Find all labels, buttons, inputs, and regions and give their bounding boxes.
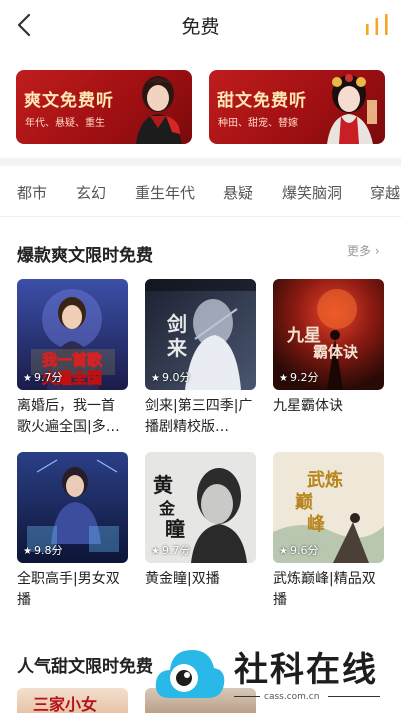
book-card[interactable]: 我一首歌 火遍全国 ★ 9.7分 离婚后，我一首歌火遍全国|多… (17, 279, 128, 438)
star-icon: ★ (23, 373, 32, 384)
svg-text:来: 来 (166, 336, 188, 360)
book-card[interactable]: 剑 来 ★ 9.0分 剑来|第三四季|广播剧精校版… (145, 279, 256, 438)
book-title: 剑来|第三四季|广播剧精校版… (145, 398, 253, 435)
rating-badge: ★ 9.7分 (151, 544, 191, 557)
svg-text:剑: 剑 (166, 312, 187, 336)
star-icon: ★ (279, 546, 288, 557)
book-cover: 剑 来 ★ 9.0分 (145, 279, 256, 390)
rating-badge: ★ 9.2分 (279, 371, 319, 384)
book-cover[interactable]: 三家小女 (17, 688, 128, 713)
tab-dushi[interactable]: 都市 (17, 182, 47, 203)
banner-subtitle: 年代、悬疑、重生 (25, 118, 105, 129)
top-bar: 免费 (0, 0, 401, 52)
svg-text:武炼: 武炼 (307, 469, 343, 491)
book-cover: 武炼 巅 峰 ★ 9.6分 (273, 452, 384, 563)
svg-text:瞳: 瞳 (165, 517, 185, 541)
watermark-text: 社科在线 (234, 650, 378, 690)
page-title: 免费 (181, 16, 220, 38)
star-icon: ★ (279, 373, 288, 384)
rating-badge: ★ 9.8分 (23, 544, 63, 557)
divider (234, 696, 260, 697)
more-link[interactable]: 更多 › (347, 242, 380, 259)
rating-badge: ★ 9.6分 (279, 544, 319, 557)
divider (328, 696, 380, 697)
more-label: 更多 (347, 244, 372, 258)
rating-badge: ★ 9.7分 (23, 371, 63, 384)
book-title: 武炼巅峰|精品双播 (273, 571, 376, 608)
tab-baoxiao-naodong[interactable]: 爆笑脑洞 (282, 182, 342, 203)
banner-shuangwen[interactable]: 爽文免费听 年代、悬疑、重生 (16, 70, 192, 144)
book-cover: 黄 金 瞳 ★ 9.7分 (145, 452, 256, 563)
book-title: 全职高手|男女双播 (17, 571, 120, 608)
banner-tianwen[interactable]: 甜文免费听 种田、甜宠、替嫁 (209, 70, 385, 144)
section-title: 人气甜文限时免费 (17, 657, 153, 677)
star-icon: ★ (151, 373, 160, 384)
watermark-url: cass.com.cn (264, 692, 320, 702)
book-cover: ★ 9.8分 (17, 452, 128, 563)
category-tabs: 都市 玄幻 重生年代 悬疑 爆笑脑洞 穿越 (0, 166, 401, 216)
svg-text:峰: 峰 (307, 513, 326, 535)
book-card[interactable]: 黄 金 瞳 ★ 9.7分 黄金瞳|双播 (145, 452, 256, 611)
chevron-right-icon: › (374, 244, 380, 258)
book-cover: 我一首歌 火遍全国 ★ 9.7分 (17, 279, 128, 390)
star-icon: ★ (23, 546, 32, 557)
tab-chuanyue[interactable]: 穿越 (370, 182, 400, 203)
book-title: 九星霸体诀 (273, 398, 343, 414)
svg-text:三家小女: 三家小女 (33, 695, 97, 713)
book-card[interactable]: 九星 霸体诀 ★ 9.2分 九星霸体诀 (273, 279, 384, 438)
book-card[interactable]: ★ 9.8分 全职高手|男女双播 (17, 452, 128, 611)
category-banners: 爽文免费听 年代、悬疑、重生 甜文免费听 种田、甜宠、替嫁 (16, 70, 386, 144)
cloud-logo-icon (155, 650, 225, 698)
banner-title: 甜文免费听 (217, 91, 307, 111)
tab-chongsheng-niandai[interactable]: 重生年代 (135, 182, 195, 203)
book-title: 黄金瞳|双播 (145, 571, 220, 587)
tab-xuanyi[interactable]: 悬疑 (223, 182, 253, 203)
svg-text:金: 金 (158, 499, 176, 518)
svg-text:霸体诀: 霸体诀 (313, 343, 359, 361)
book-cover: 九星 霸体诀 ★ 9.2分 (273, 279, 384, 390)
svg-text:我一首歌: 我一首歌 (42, 351, 103, 369)
book-title: 离婚后，我一首歌火遍全国|多… (17, 398, 120, 435)
book-card[interactable]: 武炼 巅 峰 ★ 9.6分 武炼巅峰|精品双播 (273, 452, 384, 611)
svg-text:巅: 巅 (295, 491, 313, 513)
rating-badge: ★ 9.0分 (151, 371, 191, 384)
bar-chart-icon[interactable] (364, 14, 390, 36)
tabs-divider (0, 216, 401, 217)
section-divider (0, 158, 401, 166)
character-illustration (136, 76, 182, 144)
svg-text:黄: 黄 (153, 473, 173, 497)
watermark: 社科在线 cass.com.cn (152, 638, 392, 713)
tab-xuanhuan[interactable]: 玄幻 (76, 182, 106, 203)
character-illustration (327, 74, 377, 144)
banner-subtitle: 种田、甜宠、替嫁 (218, 118, 298, 129)
section-title: 爆款爽文限时免费 (17, 246, 153, 266)
banner-title: 爽文免费听 (24, 91, 114, 111)
star-icon: ★ (151, 546, 160, 557)
